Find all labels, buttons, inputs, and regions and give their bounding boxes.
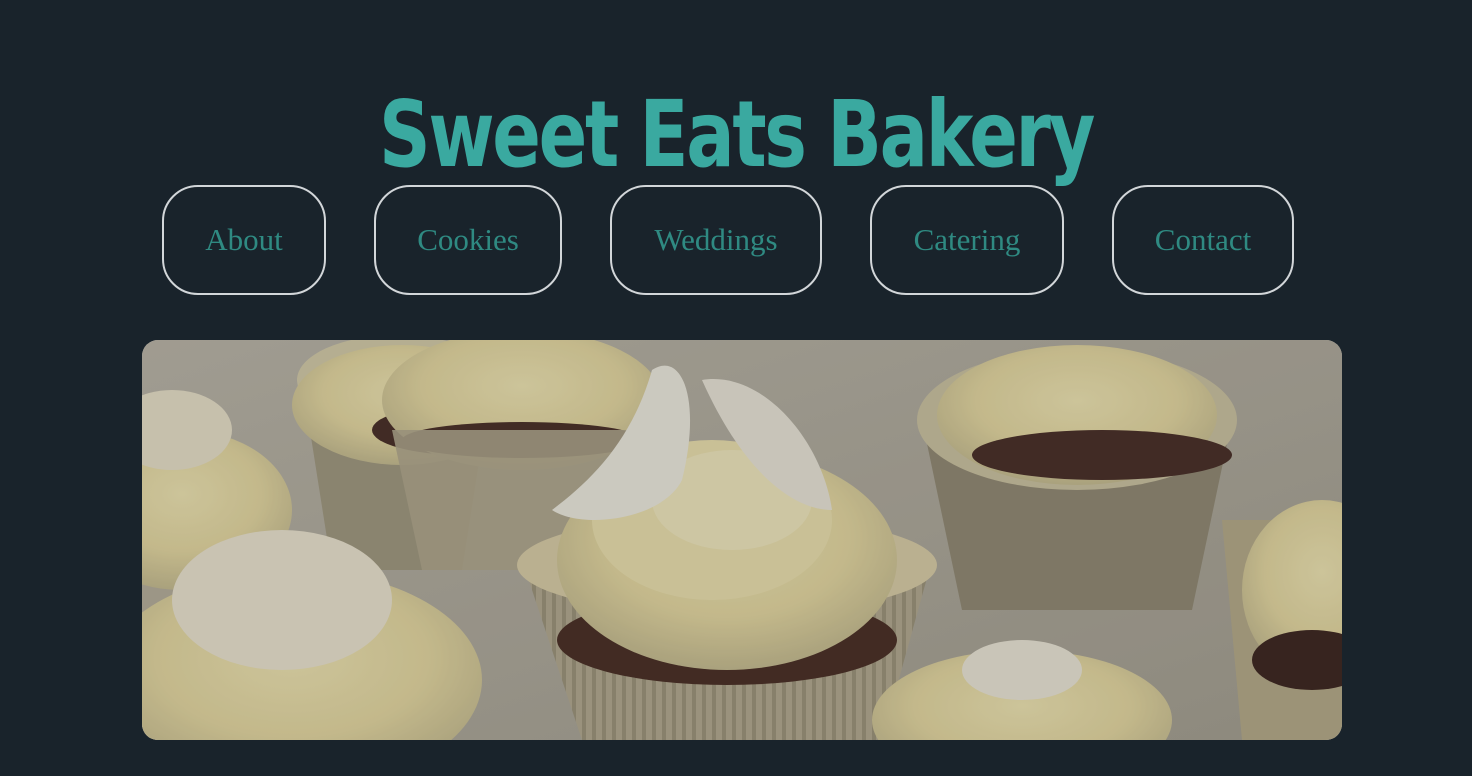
nav-cookies-button[interactable]: Cookies bbox=[374, 185, 562, 295]
site-title: Sweet Eats Bakery bbox=[378, 80, 1095, 188]
main-nav: About Cookies Weddings Catering Contact bbox=[0, 185, 1472, 299]
nav-weddings-button[interactable]: Weddings bbox=[610, 185, 822, 295]
nav-about-button[interactable]: About bbox=[162, 185, 326, 295]
hero-image bbox=[142, 340, 1342, 740]
cupcakes-photo bbox=[142, 340, 1342, 740]
nav-contact-button[interactable]: Contact bbox=[1112, 185, 1294, 295]
nav-catering-button[interactable]: Catering bbox=[870, 185, 1064, 295]
